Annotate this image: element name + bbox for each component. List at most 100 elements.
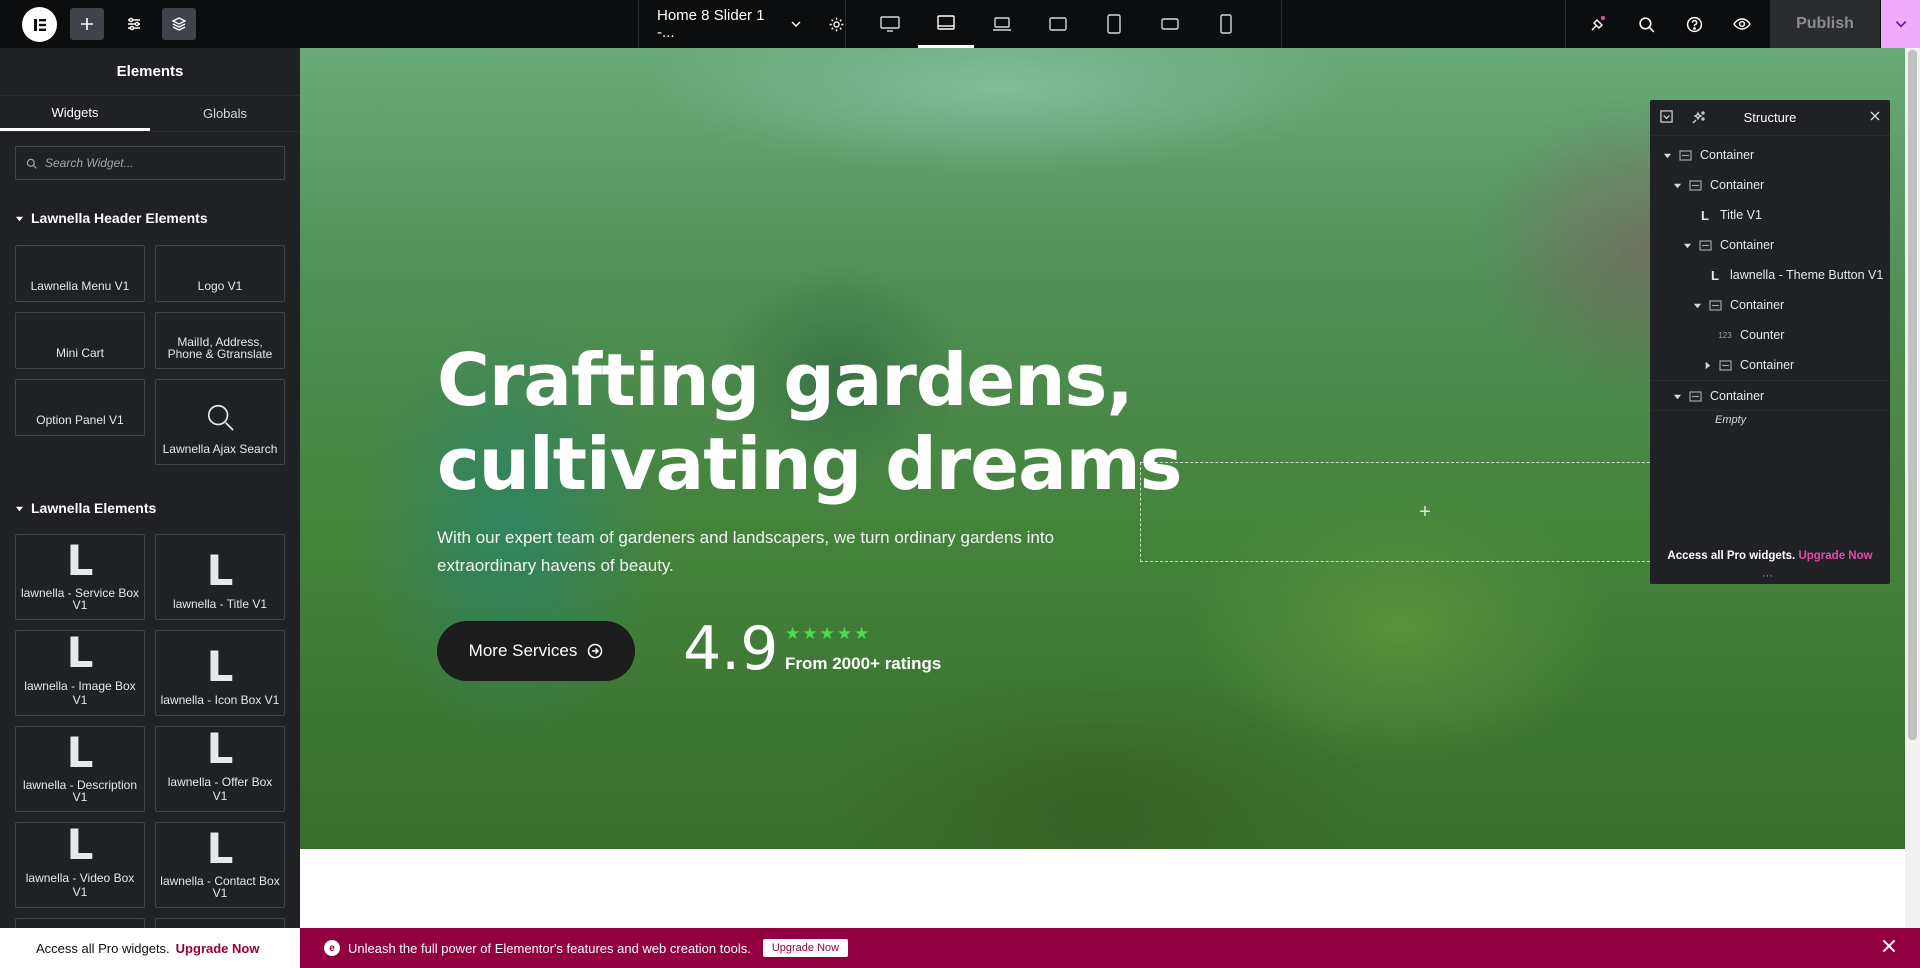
structure-row[interactable]: 123 Counter (1700, 320, 1784, 350)
upgrade-text: Access all Pro widgets. (1667, 550, 1796, 562)
widget-icon-box[interactable]: Llawnella - Icon Box V1 (155, 630, 285, 716)
publish-button[interactable]: Publish (1770, 0, 1880, 48)
upgrade-link[interactable]: Upgrade Now (1798, 550, 1872, 562)
close-icon[interactable] (1870, 111, 1880, 121)
caret-down-icon[interactable] (1660, 151, 1674, 160)
eye-icon[interactable] (1725, 8, 1759, 40)
structure-row[interactable]: Container (1680, 230, 1774, 260)
caret-down-icon (15, 214, 31, 223)
lawnella-icon: L (66, 820, 94, 869)
widget-contact-box[interactable]: Llawnella - Contact Box V1 (155, 822, 285, 908)
document-title-dropdown[interactable]: Home 8 Slider 1 -... (638, 0, 846, 48)
lawnella-icon: L (206, 546, 234, 595)
widget-ajax-search[interactable]: Lawnella Ajax Search (155, 379, 285, 465)
structure-row[interactable]: Container (1670, 170, 1764, 200)
widget-label: lawnella - Contact Box V1 (160, 874, 280, 900)
lawnella-icon: L (206, 642, 234, 691)
collapse-all-icon[interactable] (1660, 110, 1673, 123)
caret-down-icon[interactable] (1670, 181, 1684, 190)
structure-row[interactable]: Container (1700, 350, 1794, 380)
widget-contact-info[interactable]: MailId, Address, Phone & Gtranslate (155, 312, 285, 369)
notifications-icon[interactable] (1581, 8, 1615, 40)
widget-option-panel[interactable]: Option Panel V1 (15, 379, 145, 436)
widget-partial[interactable] (15, 918, 145, 928)
tab-globals[interactable]: Globals (150, 96, 300, 131)
tablet-landscape-icon[interactable] (918, 0, 974, 48)
hero-title[interactable]: Crafting gardens, cultivating dreams (437, 338, 1237, 506)
structure-row-label: Container (1740, 358, 1795, 372)
resize-grip-icon[interactable]: ··· (1762, 570, 1773, 582)
mobile-landscape-icon[interactable] (1142, 0, 1198, 48)
caret-down-icon (15, 504, 31, 513)
gear-icon[interactable] (828, 16, 845, 33)
layers-icon (171, 16, 187, 32)
upgrade-link[interactable]: Upgrade Now (176, 941, 260, 956)
editor-canvas: Crafting gardens, cultivating dreams Wit… (300, 48, 1905, 928)
add-element-button[interactable] (70, 8, 104, 40)
publish-options-button[interactable] (1881, 0, 1920, 48)
widget-label: lawnella - Title V1 (172, 597, 268, 611)
mobile-icon[interactable] (1198, 0, 1254, 48)
category-lawnella-elements[interactable]: Lawnella Elements (15, 500, 156, 516)
widget-image-box[interactable]: Llawnella - Image Box V1 (15, 630, 145, 716)
search-widget-input[interactable]: Search Widget... (15, 146, 285, 180)
structure-row[interactable]: Container (1690, 290, 1784, 320)
upgrade-now-button[interactable]: Upgrade Now (762, 939, 849, 957)
container-icon (1698, 239, 1712, 251)
structure-row-label: Container (1730, 298, 1785, 312)
panel-title: Elements (0, 48, 300, 96)
tablet-icon[interactable] (1030, 0, 1086, 48)
caret-down-icon[interactable] (1680, 241, 1694, 250)
structure-row-label: lawnella - Theme Button V1 (1730, 268, 1884, 282)
search-icon[interactable] (1629, 8, 1663, 40)
tablet-portrait-icon[interactable] (1086, 0, 1142, 48)
structure-row[interactable]: Container (1670, 381, 1764, 411)
widget-partial[interactable] (155, 918, 285, 928)
desktop-icon[interactable] (862, 0, 918, 48)
structure-row-label: Container (1710, 178, 1765, 192)
top-bar: Home 8 Slider 1 -... Publish (0, 0, 1920, 48)
canvas-scrollbar[interactable] (1905, 48, 1920, 928)
structure-row[interactable]: L Title V1 (1680, 200, 1762, 230)
caret-down-icon[interactable] (1690, 301, 1704, 310)
empty-container-dropzone[interactable]: + (1140, 462, 1710, 562)
rating-text: From 2000+ ratings (785, 654, 942, 673)
help-icon[interactable] (1677, 8, 1711, 40)
sparkles-icon[interactable] (1692, 110, 1706, 124)
widget-label: lawnella - Image Box V1 (24, 679, 136, 707)
category-header-elements[interactable]: Lawnella Header Elements (15, 210, 300, 226)
site-settings-button[interactable] (117, 8, 151, 40)
structure-row[interactable]: Container (1660, 140, 1754, 170)
widget-video-box[interactable]: Llawnella - Video Box V1 (15, 822, 145, 908)
star-icon: ★ (802, 624, 818, 643)
widget-label: Option Panel V1 (36, 413, 124, 427)
widget-description[interactable]: Llawnella - Description V1 (15, 726, 145, 812)
structure-header: Structure (1650, 100, 1890, 136)
widget-offer-box[interactable]: Llawnella - Offer Box V1 (155, 726, 285, 812)
hero-description[interactable]: With our expert team of gardeners and la… (437, 524, 1137, 580)
arrow-circle-icon (587, 643, 603, 659)
widget-service-box[interactable]: Llawnella - Service Box V1 (15, 534, 145, 620)
elementor-icon: e (324, 940, 340, 956)
widget-label: Logo V1 (197, 279, 243, 293)
close-icon[interactable] (1882, 939, 1896, 953)
caret-right-icon[interactable] (1700, 361, 1714, 370)
plus-icon (79, 16, 95, 32)
structure-button[interactable] (162, 8, 196, 40)
scrollbar-thumb[interactable] (1908, 50, 1917, 740)
widget-logo[interactable]: Logo V1 (155, 245, 285, 302)
structure-row-label: Title V1 (1720, 208, 1762, 222)
caret-down-icon[interactable] (1670, 392, 1684, 401)
structure-row-label: Counter (1740, 328, 1785, 342)
more-services-button[interactable]: More Services (437, 621, 635, 681)
widget-lawnella-menu[interactable]: Lawnella Menu V1 (15, 245, 145, 302)
widget-title[interactable]: Llawnella - Title V1 (155, 534, 285, 620)
elementor-logo-icon[interactable] (22, 7, 57, 42)
divider (1650, 380, 1890, 381)
widget-mini-cart[interactable]: Mini Cart (15, 312, 145, 369)
structure-row[interactable]: Llawnella - Theme Button V1 (1690, 260, 1883, 290)
rating-stars: ★ ★ ★ ★ ★ (785, 625, 869, 642)
laptop-icon[interactable] (974, 0, 1030, 48)
tab-widgets[interactable]: Widgets (0, 96, 150, 131)
structure-title: Structure (1743, 110, 1797, 125)
